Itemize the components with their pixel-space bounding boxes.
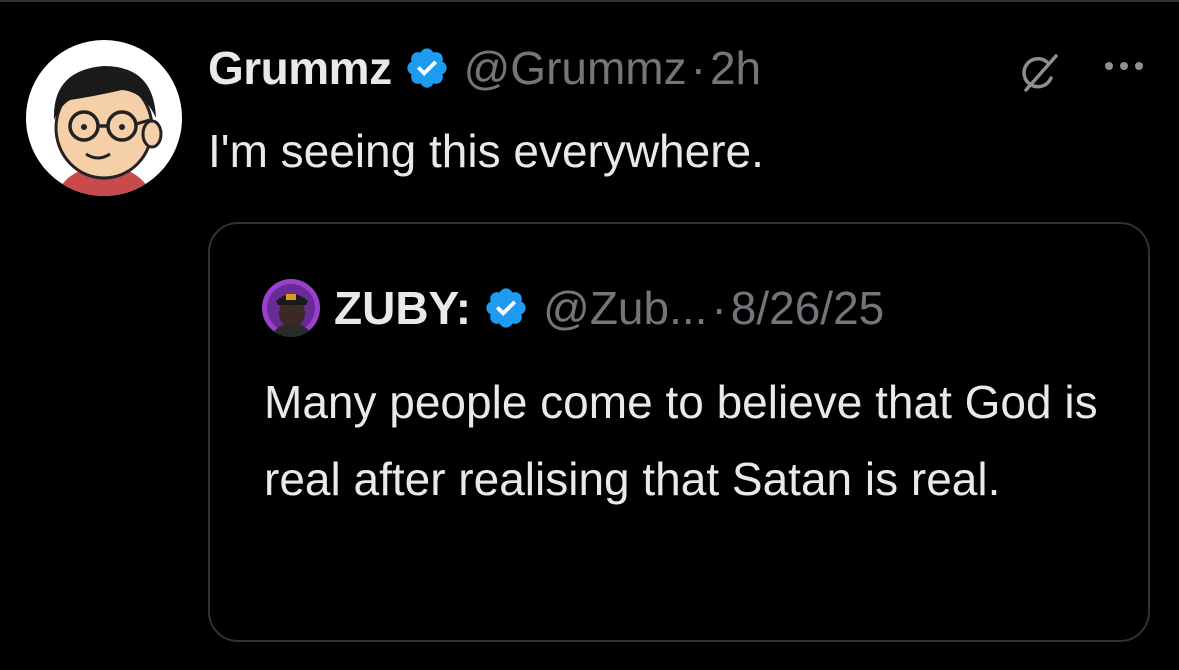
quoted-author-avatar bbox=[262, 279, 320, 337]
separator-dot: · bbox=[711, 282, 727, 334]
cartoon-face-avatar-icon bbox=[26, 40, 182, 196]
tweet-timestamp[interactable]: 2h bbox=[710, 41, 761, 95]
quoted-tweet-header: ZUBY: @Zub... · 8/26/25 bbox=[262, 276, 884, 340]
author-avatar[interactable] bbox=[26, 40, 182, 196]
separator-dot: · bbox=[690, 42, 706, 94]
quoted-author-name: ZUBY: bbox=[334, 282, 472, 334]
tweet-header: Grummz @Grummz · 2h bbox=[208, 36, 761, 100]
more-options-icon[interactable] bbox=[1100, 52, 1148, 94]
quoted-tweet-text: Many people come to believe that God is … bbox=[264, 376, 1098, 505]
quoted-author-handle: @Zub... bbox=[543, 282, 708, 334]
verified-badge-icon bbox=[483, 285, 529, 331]
quoted-avatar-photo-icon bbox=[262, 279, 320, 337]
author-name[interactable]: Grummz bbox=[208, 41, 392, 95]
grok-icon[interactable] bbox=[1018, 52, 1060, 94]
author-handle[interactable]: @Grummz bbox=[464, 41, 687, 95]
verified-badge-icon[interactable] bbox=[404, 45, 450, 91]
top-divider bbox=[0, 0, 1179, 2]
quoted-tweet-date: 8/26/25 bbox=[730, 282, 885, 334]
quoted-tweet-card[interactable]: ZUBY: @Zub... · 8/26/25 Many people come… bbox=[208, 222, 1150, 642]
tweet-text: I'm seeing this everywhere. bbox=[208, 125, 764, 177]
